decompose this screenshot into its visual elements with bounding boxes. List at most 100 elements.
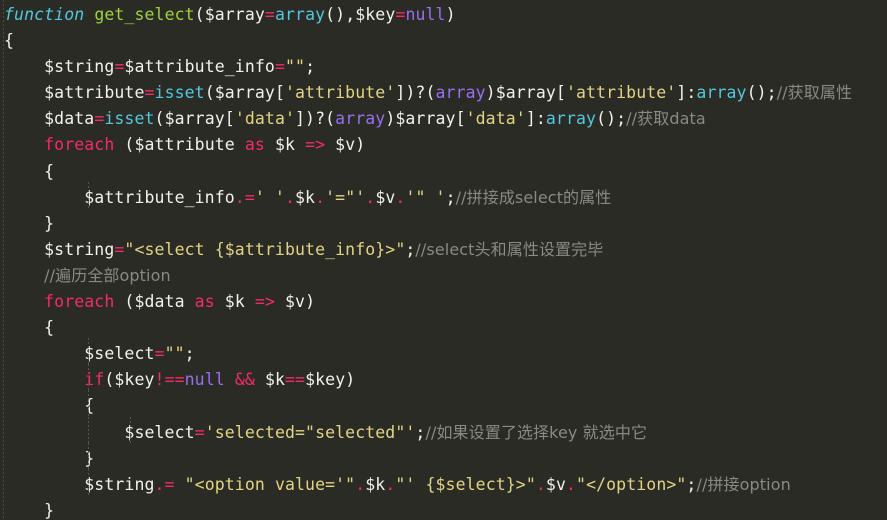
code-line[interactable]: $attribute_info.=' '.$k.'="'.$v.'" ';//拼… (4, 181, 887, 211)
code-token-pl: ($array (194, 5, 265, 24)
code-token-pl: ])?( (395, 83, 436, 103)
code-token-op: => (254, 292, 275, 312)
code-token-bi: isset (104, 109, 155, 129)
code-token-op: = (194, 422, 205, 442)
code-token-pl: { (4, 396, 95, 416)
code-line[interactable]: { (4, 315, 887, 341)
code-token-pl: } (4, 448, 95, 468)
code-line[interactable]: $select=""; (4, 338, 887, 367)
code-token-pl: $select (4, 422, 195, 442)
code-token-pl: ) (445, 5, 456, 24)
code-token-pl: ($array[ (154, 109, 235, 129)
code-token-cm: //获取data (626, 109, 706, 129)
code-token-op: . (566, 474, 577, 494)
code-token-pl: $attribute (4, 83, 145, 103)
code-token-str: "<select {$attribute_info}>" (124, 239, 406, 259)
code-token-num: null (184, 370, 225, 390)
code-token-pl: $v (545, 474, 566, 494)
code-token-op: = (114, 57, 125, 77)
code-token-str: "" (284, 57, 306, 77)
code-token-pl: ; (184, 344, 195, 364)
code-token-pl: $k (295, 187, 316, 207)
code-line[interactable]: $data=isset($array['data'])?(array)$arra… (4, 106, 887, 132)
code-token-pl: ($attribute (114, 135, 245, 155)
code-line[interactable]: } (4, 442, 887, 472)
code-token-pl: $k (214, 292, 255, 312)
code-token-pl: ($array[ (204, 83, 285, 103)
code-token-str: "<option value='" (184, 474, 356, 494)
code-token-kw: foreach (44, 292, 115, 312)
code-line[interactable]: //遍历全部option (4, 263, 887, 289)
code-token-pl: { (4, 31, 15, 51)
code-token-bi: isset (154, 83, 205, 103)
code-token-pl: $select (4, 344, 155, 364)
code-token-num: null (405, 5, 446, 24)
code-token-bi: array (545, 109, 597, 129)
code-token-cm: //拼接成select的属性 (455, 187, 612, 207)
code-token-str: ' ' (254, 187, 285, 207)
code-line[interactable]: { (4, 159, 887, 185)
code-token-pl: ]: (525, 109, 546, 129)
code-line[interactable]: $string.= "<option value='".$k."' {$sele… (4, 468, 887, 498)
code-line[interactable]: if($key!==null && $k==$key) (4, 364, 887, 393)
code-editor-screen: function get_select($array=array(),$key=… (0, 0, 887, 520)
code-block[interactable]: function get_select($array=array(),$key=… (4, 2, 887, 520)
code-token-pl: ($data (114, 292, 195, 312)
code-token-str: "" (164, 344, 185, 364)
code-token-str: '="' (325, 187, 366, 207)
code-token-cst: array (335, 109, 386, 129)
code-line[interactable]: $select='selected="selected"';//如果设置了选择k… (4, 416, 887, 446)
code-token-pl: ; (305, 57, 316, 77)
code-line[interactable]: function get_select($array=array(),$key=… (4, 2, 887, 28)
code-line[interactable]: foreach ($data as $k => $v) (4, 289, 887, 315)
code-token-kw: foreach (44, 135, 115, 155)
code-token-kw: if (84, 370, 105, 390)
code-token-pl: $key) (305, 370, 356, 390)
code-token-pl: ($key (104, 370, 155, 390)
code-token-bi: array (274, 5, 326, 24)
code-token-op: = (154, 344, 165, 364)
code-token-str: '" ' (405, 187, 446, 207)
code-token-str: "</option>" (576, 474, 687, 494)
code-token-kw: as (244, 135, 265, 155)
code-token-pl: $k (254, 370, 286, 390)
code-token-pl: $attribute_info (124, 57, 275, 77)
code-token-op: . (355, 474, 366, 494)
code-line[interactable]: $string="<select {$attribute_info}>";//s… (4, 237, 887, 263)
code-token-pl: $v) (274, 292, 316, 312)
code-token-op: => (305, 135, 326, 155)
code-token-pl: )$array[ (385, 109, 466, 129)
code-token-op: = (144, 83, 155, 103)
code-token-op: = (94, 109, 105, 129)
code-token-pl: $k (264, 135, 306, 155)
code-token-op: .= (234, 187, 255, 207)
code-line[interactable]: { (4, 390, 887, 419)
code-line[interactable]: $string=$attribute_info=""; (4, 54, 887, 80)
code-line[interactable]: $attribute=isset($array['attribute'])?(a… (4, 80, 887, 106)
code-token-kw: && (234, 370, 255, 390)
code-token-pl: $v (375, 187, 396, 207)
code-token-kwi: function (4, 5, 85, 24)
code-token-pl: ]: (676, 83, 697, 103)
code-token-pl: ; (415, 422, 426, 442)
code-token-pl: )$array[ (485, 83, 566, 103)
code-token-op: . (365, 187, 376, 207)
code-token-pl: } (4, 500, 55, 520)
code-token-cm: //遍历全部option (44, 265, 171, 285)
code-line[interactable]: foreach ($attribute as $k => $v) (4, 132, 887, 158)
code-token-op: . (395, 187, 406, 207)
code-token-pl: { (4, 318, 55, 338)
code-line[interactable]: } (4, 498, 887, 520)
code-line[interactable]: } (4, 211, 887, 237)
code-token-op: . (535, 474, 546, 494)
code-token-str: 'selected="selected"' (204, 422, 416, 442)
code-token-pl: $string (4, 239, 115, 259)
code-token-bi: array (696, 83, 747, 103)
code-line[interactable]: { (4, 28, 887, 54)
